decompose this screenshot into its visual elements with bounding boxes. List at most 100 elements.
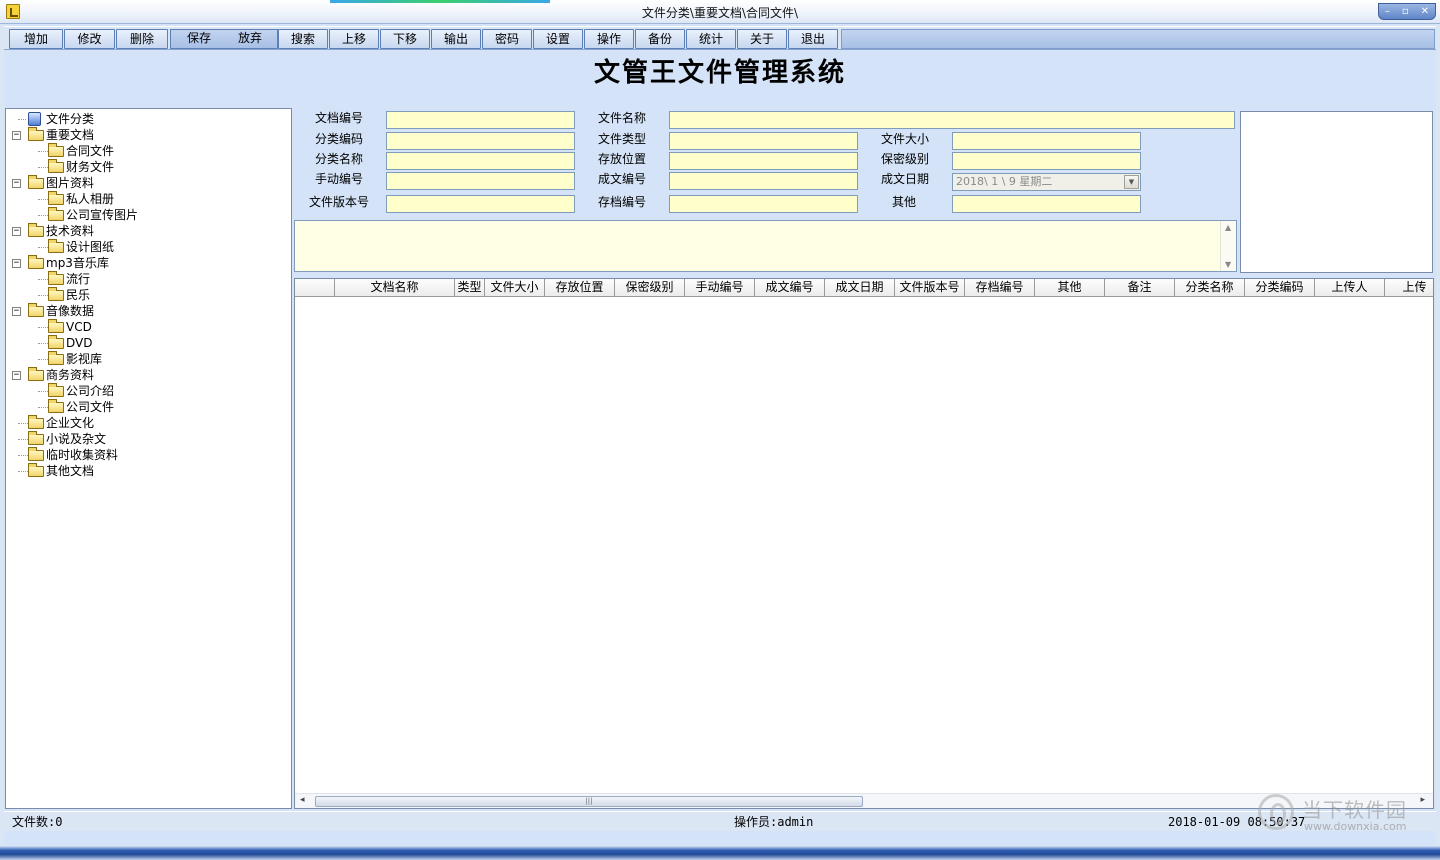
column-header[interactable]: 备注 xyxy=(1105,279,1175,297)
settings-button[interactable]: 设置 xyxy=(533,29,583,49)
notes-textarea[interactable]: ▲ ▼ xyxy=(294,220,1237,272)
scroll-right-icon[interactable]: ▸ xyxy=(1420,795,1425,805)
save-button[interactable]: 保存 xyxy=(174,29,224,49)
tree-node[interactable]: 公司文件 xyxy=(6,399,291,415)
folder-icon xyxy=(48,159,64,173)
operations-button[interactable]: 操作 xyxy=(584,29,634,49)
column-header[interactable]: 成文编号 xyxy=(755,279,825,297)
scroll-left-icon[interactable]: ◂ xyxy=(300,795,305,805)
file-size-label: 文件大小 xyxy=(880,132,929,146)
minimize-icon[interactable]: – xyxy=(1385,6,1390,17)
tree-node[interactable]: 公司介绍 xyxy=(6,383,291,399)
column-header[interactable]: 成文日期 xyxy=(825,279,895,297)
cat-code-field[interactable] xyxy=(386,132,575,150)
folder-icon xyxy=(28,223,44,237)
tree-node[interactable]: DVD xyxy=(6,335,291,351)
add-button[interactable]: 增加 xyxy=(9,29,63,49)
column-header[interactable]: 文件大小 xyxy=(485,279,545,297)
tree-node[interactable]: VCD xyxy=(6,319,291,335)
password-button[interactable]: 密码 xyxy=(482,29,532,49)
close-icon[interactable]: ✕ xyxy=(1421,6,1429,17)
collapse-icon[interactable]: − xyxy=(12,371,21,380)
backup-button[interactable]: 备份 xyxy=(635,29,685,49)
column-header[interactable]: 保密级别 xyxy=(615,279,685,297)
version-no-field[interactable] xyxy=(386,195,575,213)
move-up-button[interactable]: 上移 xyxy=(329,29,379,49)
column-header[interactable]: 分类名称 xyxy=(1175,279,1245,297)
folder-icon xyxy=(48,287,64,301)
column-header[interactable]: 类型 xyxy=(455,279,485,297)
tree-node[interactable]: − 商务资料 xyxy=(6,367,291,383)
location-field[interactable] xyxy=(669,152,858,170)
tree-node[interactable]: 企业文化 xyxy=(6,415,291,431)
tree-node[interactable]: 小说及杂文 xyxy=(6,431,291,447)
draft-no-label: 成文编号 xyxy=(597,172,646,186)
search-button[interactable]: 搜索 xyxy=(278,29,328,49)
tree-node[interactable]: − 图片资料 xyxy=(6,175,291,191)
tree-root[interactable]: 文件分类 xyxy=(6,111,291,127)
collapse-icon[interactable]: − xyxy=(12,179,21,188)
tree-node[interactable]: 设计图纸 xyxy=(6,239,291,255)
edit-button[interactable]: 修改 xyxy=(64,29,115,49)
export-button[interactable]: 输出 xyxy=(431,29,481,49)
collapse-icon[interactable]: − xyxy=(12,131,21,140)
draft-no-field[interactable] xyxy=(669,172,858,190)
about-button[interactable]: 关于 xyxy=(737,29,787,49)
collapse-icon[interactable]: − xyxy=(12,259,21,268)
tree-node[interactable]: − 技术资料 xyxy=(6,223,291,239)
move-down-button[interactable]: 下移 xyxy=(380,29,430,49)
other-field[interactable] xyxy=(952,195,1141,213)
category-tree[interactable]: 文件分类 − 重要文档 合同文件 财务文件 − 图片资料 私人相册 公司宣传图片 − 技术资料 设计… xyxy=(5,108,292,809)
file-type-field[interactable] xyxy=(669,132,858,150)
tree-node[interactable]: − 音像数据 xyxy=(6,303,291,319)
column-header[interactable]: 上传 xyxy=(1385,279,1433,297)
tree-node[interactable]: 公司宣传图片 xyxy=(6,207,291,223)
column-header[interactable]: 文档名称 xyxy=(335,279,455,297)
dropdown-arrow-icon[interactable]: ▼ xyxy=(1124,175,1139,189)
grid-hscrollbar[interactable]: ◂ ||| ▸ xyxy=(295,793,1433,808)
column-header[interactable]: 分类编码 xyxy=(1245,279,1315,297)
tree-node[interactable]: − mp3音乐库 xyxy=(6,255,291,271)
column-header[interactable]: 存档编号 xyxy=(965,279,1035,297)
tree-node[interactable]: 其他文档 xyxy=(6,463,291,479)
exit-button[interactable]: 退出 xyxy=(788,29,838,49)
tree-node[interactable]: 合同文件 xyxy=(6,143,291,159)
scroll-up-icon[interactable]: ▲ xyxy=(1225,223,1231,232)
tree-node[interactable]: 财务文件 xyxy=(6,159,291,175)
tree-label: 民乐 xyxy=(66,288,91,302)
tree-node[interactable]: 临时收集资料 xyxy=(6,447,291,463)
statistics-button[interactable]: 统计 xyxy=(686,29,736,49)
scrollbar-thumb[interactable]: ||| xyxy=(315,796,863,807)
collapse-icon[interactable]: − xyxy=(12,307,21,316)
column-header[interactable]: 存放位置 xyxy=(545,279,615,297)
cancel-button[interactable]: 放弃 xyxy=(225,29,275,49)
database-icon xyxy=(28,112,41,126)
archive-no-field[interactable] xyxy=(669,195,858,213)
column-header[interactable]: 其他 xyxy=(1035,279,1105,297)
collapse-icon[interactable]: − xyxy=(12,227,21,236)
manual-no-field[interactable] xyxy=(386,172,575,190)
tree-node[interactable]: 流行 xyxy=(6,271,291,287)
cat-name-field[interactable] xyxy=(386,152,575,170)
notes-scrollbar[interactable]: ▲ ▼ xyxy=(1220,221,1236,271)
column-header[interactable]: 文件版本号 xyxy=(895,279,965,297)
column-header[interactable] xyxy=(295,279,335,297)
doc-name-field[interactable] xyxy=(669,111,1235,129)
draft-date-picker[interactable]: 2018\ 1 \ 9 星期二 ▼ xyxy=(952,173,1141,191)
tree-node[interactable]: − 重要文档 xyxy=(6,127,291,143)
draft-date-label: 成文日期 xyxy=(880,172,929,186)
file-grid[interactable]: 文档名称 类型 文件大小 存放位置 保密级别 手动编号 成文编号 成文日期 文件版本号 存档编号其… xyxy=(294,278,1434,809)
secret-level-field[interactable] xyxy=(952,152,1141,170)
maximize-icon[interactable]: ▫ xyxy=(1402,6,1409,17)
file-size-field[interactable] xyxy=(952,132,1141,150)
tree-node[interactable]: 私人相册 xyxy=(6,191,291,207)
tree-label: 私人相册 xyxy=(66,192,115,206)
tree-node[interactable]: 影视库 xyxy=(6,351,291,367)
column-header[interactable]: 手动编号 xyxy=(685,279,755,297)
doc-no-field[interactable] xyxy=(386,111,575,129)
tree-node[interactable]: 民乐 xyxy=(6,287,291,303)
title-bar: 文件分类\重要文档\合同文件\ – ▫ ✕ xyxy=(0,0,1440,24)
scroll-down-icon[interactable]: ▼ xyxy=(1225,260,1231,269)
column-header[interactable]: 上传人 xyxy=(1315,279,1385,297)
delete-button[interactable]: 删除 xyxy=(116,29,168,49)
